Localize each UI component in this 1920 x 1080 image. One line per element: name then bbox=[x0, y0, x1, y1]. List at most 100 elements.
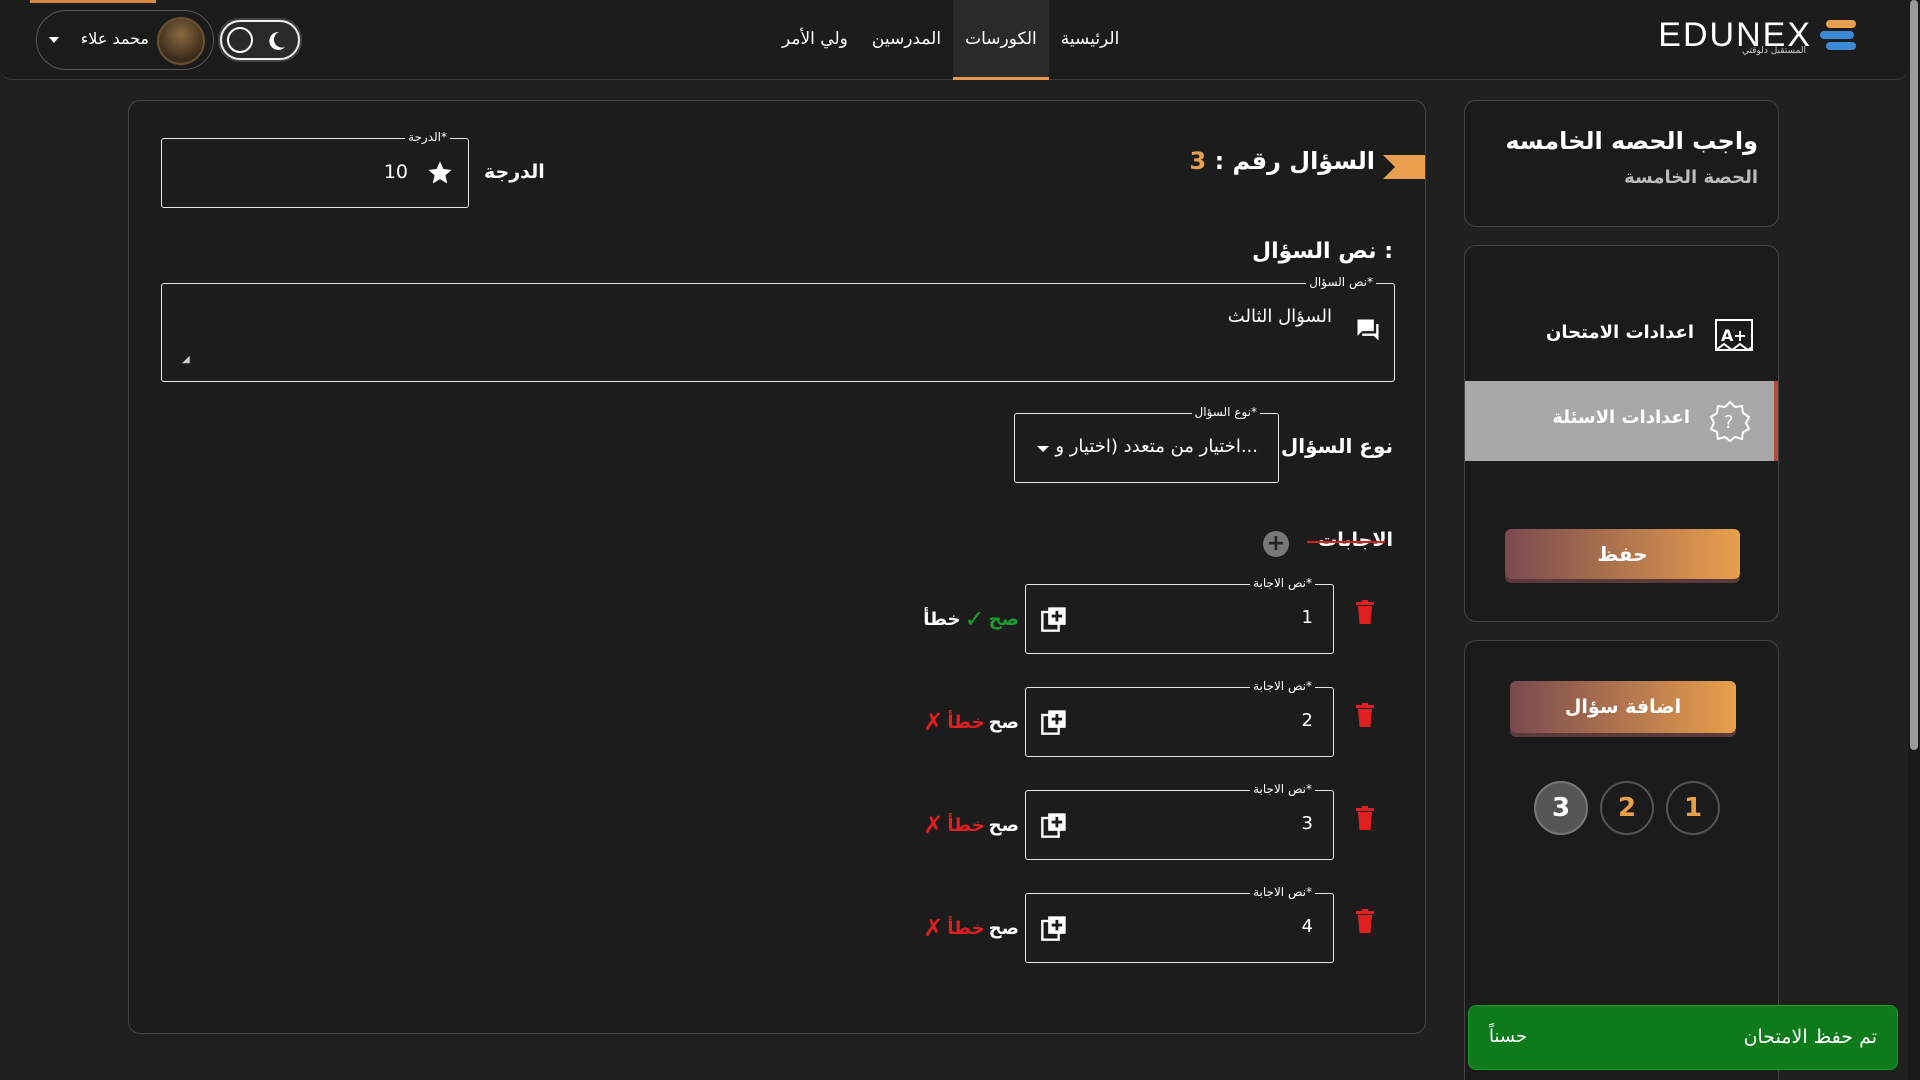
false-option[interactable]: خطأ bbox=[923, 609, 960, 630]
question-editor-card: السؤال رقم : 3 الدرجة الدرجة* 10 نص السؤ… bbox=[128, 100, 1426, 1034]
answer-value[interactable]: 4 bbox=[1302, 916, 1313, 937]
score-legend: الدرجة* bbox=[405, 130, 450, 144]
false-option[interactable]: خطأ bbox=[947, 815, 984, 836]
score-label: الدرجة bbox=[484, 161, 545, 183]
svg-text:?: ? bbox=[1724, 412, 1734, 433]
chevron-down-icon bbox=[1037, 446, 1049, 452]
true-false-toggle[interactable]: صح ✓ خطأ bbox=[919, 604, 1019, 634]
question-text-title: نص السؤال : bbox=[1251, 239, 1393, 264]
question-text-field[interactable]: نص السؤال* السؤال الثالث ◢ bbox=[161, 275, 1395, 382]
avatar bbox=[157, 17, 205, 65]
svg-text:A+: A+ bbox=[1721, 326, 1747, 345]
exam-grade-icon: A+ bbox=[1715, 319, 1753, 352]
true-option[interactable]: صح bbox=[989, 815, 1019, 836]
answer-row: صح خطأ ✗ نص الاجابة* 3 bbox=[129, 782, 1427, 862]
question-type-label: نوع السؤال bbox=[1280, 434, 1393, 458]
add-question-button[interactable]: اضافة سؤال bbox=[1510, 681, 1736, 733]
answer-row: صح ✓ خطأ نص الاجابة* 1 bbox=[129, 576, 1427, 656]
trash-icon[interactable] bbox=[1355, 909, 1375, 933]
answers-label: الاجابات bbox=[1307, 529, 1393, 551]
answers-label-text: الاجابات bbox=[1318, 529, 1393, 551]
question-header: السؤال رقم : 3 bbox=[1185, 143, 1425, 183]
true-option[interactable]: صح bbox=[989, 712, 1019, 733]
scrollbar-thumb[interactable] bbox=[1910, 0, 1918, 750]
sidebar-item-question-settings[interactable]: ? اعدادات الاسئلة bbox=[1465, 381, 1778, 461]
answer-row: صح خطأ ✗ نص الاجابة* 4 bbox=[129, 885, 1427, 965]
true-option[interactable]: صح bbox=[989, 918, 1019, 939]
question-number-1[interactable]: 1 bbox=[1666, 781, 1720, 835]
brand-mark-icon bbox=[1820, 20, 1856, 50]
trash-icon[interactable] bbox=[1355, 806, 1375, 830]
brand-logo[interactable]: EDUNEX المستقبل دلوقتي bbox=[1658, 16, 1858, 60]
answer-value[interactable]: 2 bbox=[1302, 710, 1313, 731]
answer-legend: نص الاجابة* bbox=[1250, 679, 1315, 693]
settings-card: A+ اعدادات الامتحان ? اعدادات الاسئلة حف… bbox=[1464, 245, 1779, 622]
answer-field[interactable]: نص الاجابة* 3 bbox=[1025, 782, 1334, 860]
chevron-down-icon bbox=[49, 37, 59, 43]
nav-teachers[interactable]: المدرسين bbox=[860, 0, 953, 80]
chat-icon bbox=[1357, 319, 1379, 341]
score-field[interactable]: الدرجة* 10 bbox=[161, 130, 469, 208]
add-copy-icon[interactable] bbox=[1040, 914, 1068, 942]
add-answer-button[interactable]: + bbox=[1263, 531, 1289, 557]
question-number-title: السؤال رقم : 3 bbox=[1190, 147, 1375, 175]
add-copy-icon[interactable] bbox=[1040, 811, 1068, 839]
trash-icon[interactable] bbox=[1355, 600, 1375, 624]
question-number-list: 1 2 3 bbox=[1534, 781, 1720, 835]
answer-legend: نص الاجابة* bbox=[1250, 576, 1315, 590]
answer-legend: نص الاجابة* bbox=[1250, 885, 1315, 899]
answer-field[interactable]: نص الاجابة* 4 bbox=[1025, 885, 1334, 963]
ribbon-flag-icon bbox=[1383, 155, 1425, 179]
nav-courses[interactable]: الكورسات bbox=[953, 0, 1049, 80]
answer-legend: نص الاجابة* bbox=[1250, 782, 1315, 796]
add-copy-icon[interactable] bbox=[1040, 605, 1068, 633]
sidebar-item-exam-settings[interactable]: A+ اعدادات الامتحان bbox=[1465, 296, 1778, 376]
theme-toggle[interactable] bbox=[220, 20, 300, 60]
answers-strike bbox=[1307, 541, 1385, 543]
toast-message: تم حفظ الامتحان bbox=[1743, 1026, 1877, 1048]
user-menu[interactable]: محمد علاء bbox=[36, 10, 214, 70]
toast-ok-button[interactable]: حسناً bbox=[1489, 1026, 1527, 1047]
page-scrollbar[interactable] bbox=[1908, 0, 1920, 1080]
lesson-subtitle: الحصة الخامسة bbox=[1624, 167, 1758, 188]
question-number-3[interactable]: 3 bbox=[1534, 781, 1588, 835]
question-type-select[interactable]: نوع السؤال* اختيار من متعدد (اختيار و... bbox=[1014, 405, 1279, 483]
nav-parent[interactable]: ولي الأمر bbox=[770, 0, 860, 80]
question-header-prefix: السؤال رقم : bbox=[1214, 147, 1375, 175]
user-name: محمد علاء bbox=[80, 29, 149, 48]
true-false-toggle[interactable]: صح خطأ ✗ bbox=[919, 707, 1019, 737]
x-icon: ✗ bbox=[923, 914, 944, 942]
question-settings-label: اعدادات الاسئلة bbox=[1552, 407, 1690, 428]
question-type-legend: نوع السؤال* bbox=[1191, 405, 1260, 419]
true-false-toggle[interactable]: صح خطأ ✗ bbox=[919, 810, 1019, 840]
question-type-value: اختيار من متعدد (اختيار و... bbox=[1055, 436, 1258, 457]
question-text-value[interactable]: السؤال الثالث bbox=[1228, 306, 1332, 327]
score-value[interactable]: 10 bbox=[384, 161, 408, 183]
main-nav: الرئيسية الكورسات المدرسين ولي الأمر bbox=[770, 0, 1131, 80]
answer-row: صح خطأ ✗ نص الاجابة* 2 bbox=[129, 679, 1427, 759]
add-copy-icon[interactable] bbox=[1040, 708, 1068, 736]
success-toast: تم حفظ الامتحان حسناً bbox=[1468, 1005, 1898, 1070]
resize-handle-icon[interactable]: ◢ bbox=[182, 354, 190, 365]
top-accent-line bbox=[30, 0, 156, 3]
false-option[interactable]: خطأ bbox=[947, 712, 984, 733]
answer-field[interactable]: نص الاجابة* 2 bbox=[1025, 679, 1334, 757]
lesson-title: واجب الحصه الخامسه bbox=[1505, 127, 1758, 155]
answer-value[interactable]: 1 bbox=[1302, 607, 1313, 628]
question-number-2[interactable]: 2 bbox=[1600, 781, 1654, 835]
question-badge-icon: ? bbox=[1709, 400, 1751, 443]
true-false-toggle[interactable]: صح خطأ ✗ bbox=[919, 913, 1019, 943]
answer-field[interactable]: نص الاجابة* 1 bbox=[1025, 576, 1334, 654]
brand-tagline: المستقبل دلوقتي bbox=[1741, 46, 1806, 56]
save-button[interactable]: حفظ bbox=[1505, 529, 1740, 579]
false-option[interactable]: خطأ bbox=[947, 918, 984, 939]
true-option[interactable]: صح bbox=[989, 609, 1019, 630]
nav-home[interactable]: الرئيسية bbox=[1049, 0, 1132, 80]
toggle-knob bbox=[227, 27, 253, 53]
question-text-legend: نص السؤال* bbox=[1306, 275, 1376, 289]
lesson-card: واجب الحصه الخامسه الحصة الخامسة bbox=[1464, 100, 1779, 227]
trash-icon[interactable] bbox=[1355, 703, 1375, 727]
exam-settings-label: اعدادات الامتحان bbox=[1546, 322, 1694, 343]
moon-icon bbox=[269, 31, 285, 50]
answer-value[interactable]: 3 bbox=[1302, 813, 1313, 834]
